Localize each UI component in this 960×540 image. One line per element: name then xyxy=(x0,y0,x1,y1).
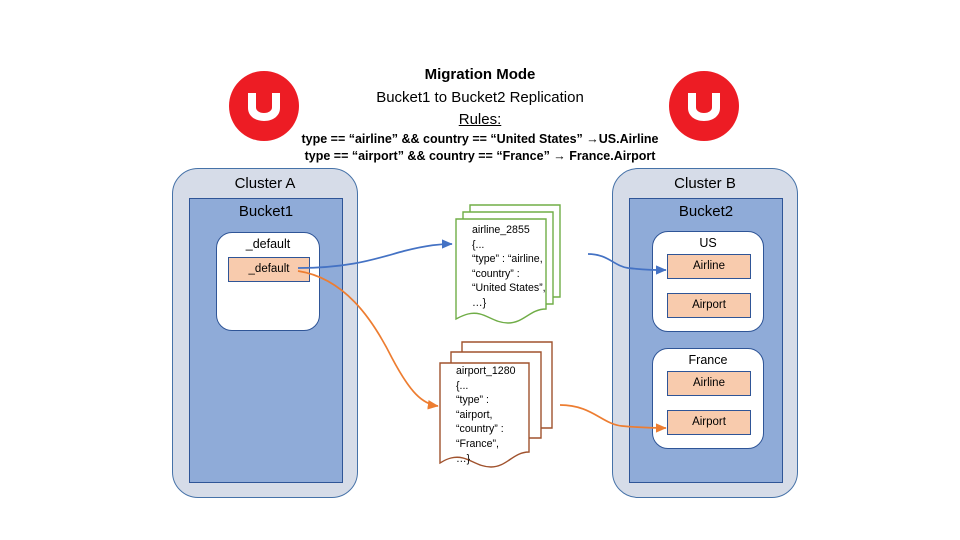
rule-item-airline: type == “airline” && country == “United … xyxy=(301,132,659,146)
airline-document-body: {... “type” : “airline, “country” : “Uni… xyxy=(472,238,546,309)
bucket2-label: Bucket2 xyxy=(678,203,734,220)
airport-document-body: {... “type” : “airport, “country” : “Fra… xyxy=(456,379,504,465)
collection-default[interactable]: _default xyxy=(228,257,310,282)
airline-document-content: airline_2855 {... “type” : “airline, “cou… xyxy=(472,223,546,311)
cluster-b-container: Cluster B Bucket2 US Airline Airport Fra… xyxy=(612,168,798,498)
cluster-a-label: Cluster A xyxy=(234,175,296,192)
bucket1-container: Bucket1 _default _default xyxy=(189,198,343,483)
page-subtitle: Bucket1 to Bucket2 Replication xyxy=(376,89,584,106)
scope-default: _default _default xyxy=(216,232,320,331)
diagram-canvas: Migration Mode Bucket1 to Bucket2 Replic… xyxy=(0,0,960,540)
collection-france-airline[interactable]: Airline xyxy=(667,371,751,396)
collection-us-airport[interactable]: Airport xyxy=(667,293,751,318)
cluster-b-label: Cluster B xyxy=(674,175,736,192)
collection-us-airline[interactable]: Airline xyxy=(667,254,751,279)
airport-document-content: airport_1280 {... “type” : “airport, “cou… xyxy=(456,364,516,466)
collection-france-airport[interactable]: Airport xyxy=(667,410,751,435)
bucket1-label: Bucket1 xyxy=(238,203,294,220)
airline-document-key: airline_2855 xyxy=(472,224,530,236)
scope-default-label: _default xyxy=(245,237,291,251)
scope-france: France Airline Airport xyxy=(652,348,764,449)
rules-heading: Rules: xyxy=(458,111,502,128)
diagram-header: Migration Mode Bucket1 to Bucket2 Replic… xyxy=(300,64,660,165)
scope-us-label: US xyxy=(699,236,717,250)
couchbase-logo-icon-right xyxy=(668,70,740,142)
cluster-a-container: Cluster A Bucket1 _default _default xyxy=(172,168,358,498)
rule-item-airport: type == “airport” && country == “France”… xyxy=(304,149,656,163)
scope-france-label: France xyxy=(688,353,728,367)
scope-us: US Airline Airport xyxy=(652,231,764,332)
couchbase-logo-icon-left xyxy=(228,70,300,142)
airline-document-stack: airline_2855 {... “type” : “airline, “cou… xyxy=(455,204,606,335)
page-title: Migration Mode xyxy=(424,66,536,83)
bucket2-container: Bucket2 US Airline Airport France Airlin… xyxy=(629,198,783,483)
airport-document-key: airport_1280 xyxy=(456,365,516,377)
airport-document-stack: airport_1280 {... “type” : “airport, “cou… xyxy=(439,341,590,482)
